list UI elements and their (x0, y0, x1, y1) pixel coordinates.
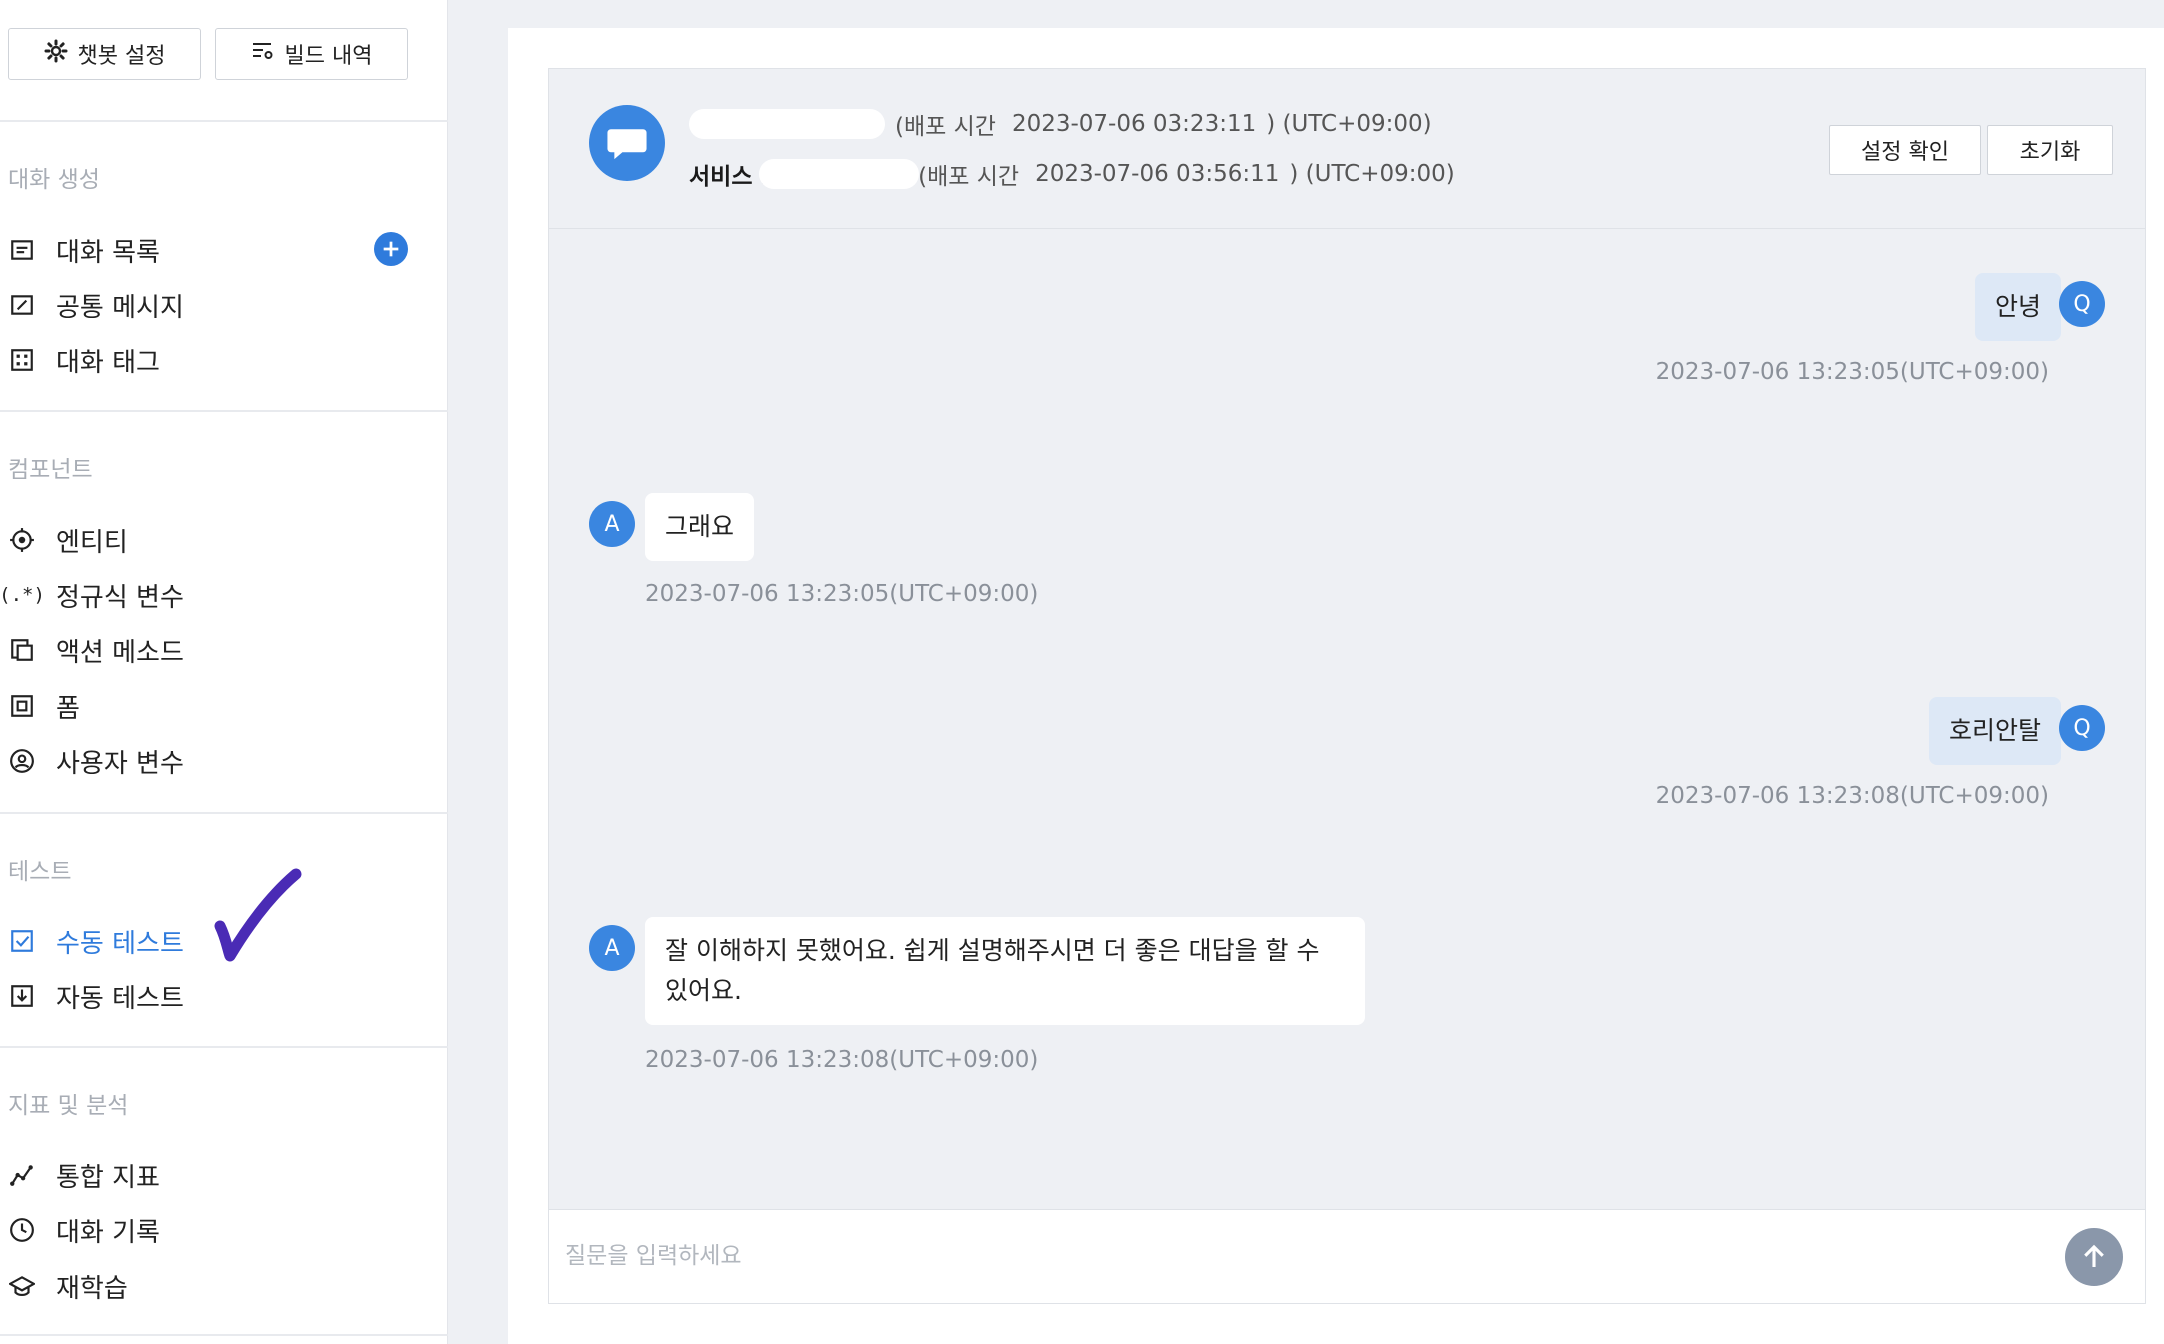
graduation-cap-icon (8, 1272, 36, 1300)
checkbox-icon (8, 927, 36, 955)
sidebar-item-label: 자동 테스트 (56, 983, 184, 1014)
sidebar-top-buttons: 챗봇 설정 빌드 내역 (8, 28, 408, 80)
send-button[interactable] (2065, 1228, 2123, 1286)
sidebar-item-conversation-tag[interactable]: 대화 태그 (8, 340, 160, 380)
sidebar-item-label: 공통 메시지 (56, 292, 184, 323)
deploy-time-prefix: (배포 시간 (895, 114, 996, 140)
deploy-time-suffix: ) (UTC+09:00) (1266, 111, 1432, 137)
download-box-icon (8, 982, 36, 1010)
sidebar-item-common-message[interactable]: 공통 메시지 (8, 285, 184, 325)
sidebar-item-relearning[interactable]: 재학습 (8, 1266, 128, 1306)
clock-icon (8, 1216, 36, 1244)
sidebar-item-action-method[interactable]: 액션 메소드 (8, 630, 184, 670)
sidebar-item-form[interactable]: 폼 (8, 686, 80, 726)
line-graph-icon (8, 1161, 36, 1189)
build-history-label: 빌드 내역 (284, 44, 373, 69)
message-edit-icon (8, 291, 36, 319)
deploy-time-value: 2023-07-06 03:56:11 (1035, 161, 1280, 187)
section-title-conversation: 대화 생성 (8, 167, 100, 193)
user-message-bubble: 호리안탈 (1928, 697, 2061, 765)
deploy-time-prefix: (배포 시간 (918, 164, 1020, 190)
deploy-info-line-1: (배포 시간 2023-07-06 03:23:11 ) (UTC+09:00) (689, 107, 1432, 141)
chat-header: (배포 시간 2023-07-06 03:23:11 ) (UTC+09:00)… (549, 69, 2145, 229)
message-timestamp: 2023-07-06 13:23:08(UTC+09:00) (645, 1047, 1039, 1073)
sidebar: 챗봇 설정 빌드 내역 대화 생성 대화 목록 공통 메시지 대화 태그 컴포넌… (0, 0, 448, 1344)
plus-icon (383, 241, 399, 257)
sidebar-item-conversation-log[interactable]: 대화 기록 (8, 1210, 160, 1250)
divider (0, 812, 448, 814)
arrow-up-icon (2084, 1244, 2104, 1267)
sidebar-item-label: 대화 목록 (56, 237, 160, 268)
sidebar-item-integrated-metrics[interactable]: 통합 지표 (8, 1155, 160, 1195)
sidebar-item-label: 정규식 변수 (56, 582, 184, 613)
add-conversation-button[interactable] (374, 232, 408, 266)
service-id-label: 서비스 ID (689, 157, 919, 191)
sidebar-item-label: 폼 (56, 693, 80, 724)
divider (0, 1046, 448, 1048)
sidebar-item-label: 액션 메소드 (56, 637, 184, 668)
sidebar-item-manual-test[interactable]: 수동 테스트 (8, 921, 184, 961)
sidebar-item-label: 대화 기록 (56, 1217, 160, 1248)
gear-icon (44, 39, 68, 69)
deploy-time-suffix: ) (UTC+09:00) (1289, 161, 1455, 187)
sidebar-item-label: 사용자 변수 (56, 748, 184, 779)
redaction-mark (759, 159, 919, 189)
bot-avatar: A (589, 925, 635, 971)
deploy-time-value: 2023-07-06 03:23:11 (1011, 111, 1257, 137)
message-timestamp: 2023-07-06 13:23:05(UTC+09:00) (645, 581, 1039, 607)
bot-message-bubble: 그래요 (645, 493, 755, 561)
message-list: 안녕 Q 2023-07-06 13:23:05(UTC+09:00) A 그래… (549, 229, 2145, 1209)
sidebar-item-auto-test[interactable]: 자동 테스트 (8, 976, 184, 1016)
section-title-test: 테스트 (8, 859, 72, 885)
handwritten-check-mark-icon (214, 868, 302, 962)
sidebar-item-label: 재학습 (56, 1273, 128, 1304)
chat-bubble-icon (589, 105, 665, 181)
sidebar-item-regex-variable[interactable]: (.*) 정규식 변수 (0, 575, 184, 615)
section-title-analytics: 지표 및 분석 (8, 1093, 129, 1119)
redacted-id (689, 109, 885, 139)
bot-message-bubble: 잘 이해하지 못했어요. 쉽게 설명해주시면 더 좋은 대답을 할 수 있어요. (645, 917, 1365, 1025)
reset-button[interactable]: 초기화 (1987, 125, 2113, 175)
user-avatar: Q (2059, 705, 2105, 751)
user-message-bubble: 안녕 (1974, 273, 2061, 341)
regex-icon: (.*) (0, 584, 45, 606)
copy-icon (8, 636, 36, 664)
user-avatar: Q (2059, 281, 2105, 327)
sidebar-item-entity[interactable]: 엔티티 (8, 520, 128, 560)
question-input[interactable] (565, 1228, 1965, 1284)
section-title-components: 컴포넌트 (8, 457, 93, 483)
message-timestamp: 2023-07-06 13:23:08(UTC+09:00) (1655, 783, 2049, 809)
divider (0, 120, 448, 122)
sidebar-item-label: 엔티티 (56, 527, 128, 558)
build-history-button[interactable]: 빌드 내역 (215, 28, 408, 80)
list-settings-icon (251, 39, 275, 69)
chatbot-settings-label: 챗봇 설정 (77, 44, 166, 69)
divider (0, 410, 448, 412)
chat-input-bar (549, 1209, 2145, 1303)
divider (0, 1334, 448, 1336)
chatbot-settings-button[interactable]: 챗봇 설정 (8, 28, 201, 80)
confirm-settings-button[interactable]: 설정 확인 (1829, 125, 1981, 175)
sidebar-item-label: 대화 태그 (56, 347, 160, 378)
sidebar-item-label: 통합 지표 (56, 1162, 160, 1193)
target-icon (8, 526, 36, 554)
sidebar-item-label: 수동 테스트 (56, 928, 184, 959)
chat-test-window: (배포 시간 2023-07-06 03:23:11 ) (UTC+09:00)… (548, 68, 2146, 1304)
form-icon (8, 692, 36, 720)
list-icon (8, 236, 36, 264)
grid-icon (8, 346, 36, 374)
deploy-info-line-2: 서비스 ID (배포 시간 2023-07-06 03:56:11 ) (UTC… (689, 157, 1455, 191)
bot-avatar: A (589, 501, 635, 547)
message-timestamp: 2023-07-06 13:23:05(UTC+09:00) (1655, 359, 2049, 385)
sidebar-item-conversation-list[interactable]: 대화 목록 (8, 230, 160, 270)
sidebar-item-user-variable[interactable]: 사용자 변수 (8, 741, 184, 781)
user-circle-icon (8, 747, 36, 775)
